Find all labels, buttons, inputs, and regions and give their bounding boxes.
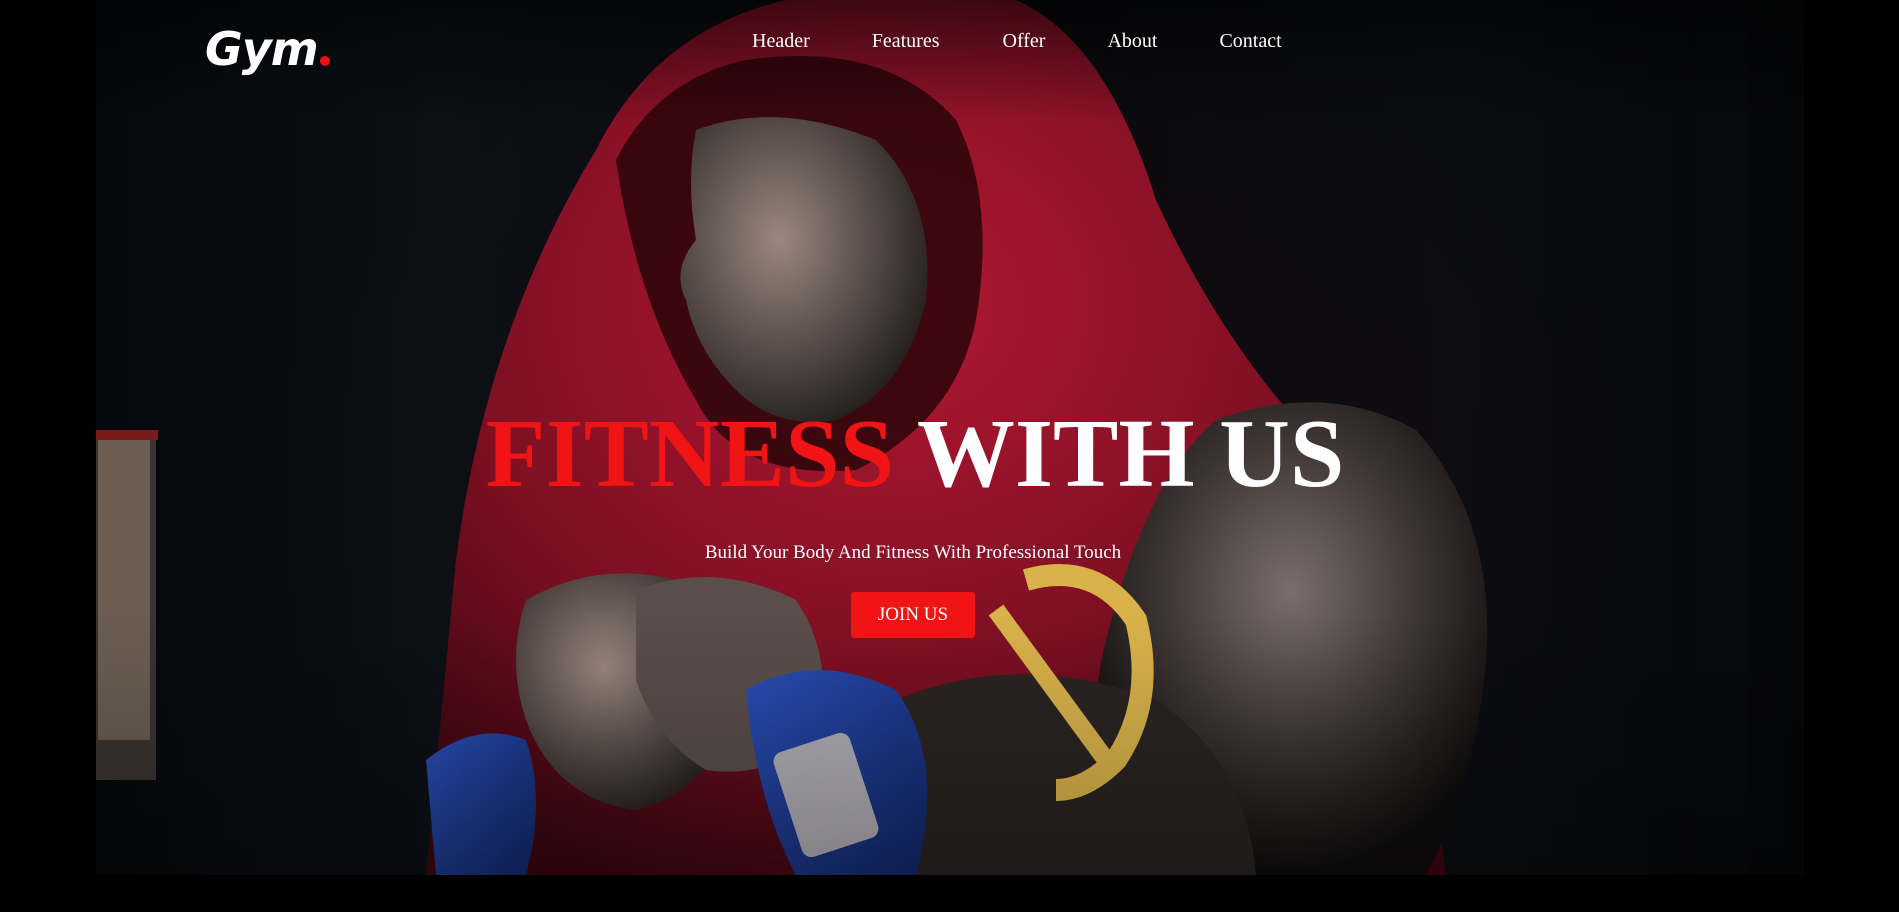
nav-item-features[interactable]: Features <box>872 30 940 53</box>
hero-headline: FITNESS WITH US <box>0 405 1830 503</box>
nav-item-offer[interactable]: Offer <box>1003 30 1046 53</box>
gym-logo[interactable]: Gym <box>205 12 330 72</box>
landing-page: Gym Header Features Offer About Contact … <box>0 0 1899 912</box>
join-us-button[interactable]: JOIN US <box>851 592 975 638</box>
nav-item-about[interactable]: About <box>1107 30 1157 53</box>
headline-white-part: WITH US <box>916 400 1345 508</box>
logo-dot-icon <box>319 56 330 66</box>
hero-subtitle: Build Your Body And Fitness With Profess… <box>704 542 1122 563</box>
nav-item-contact[interactable]: Contact <box>1219 30 1281 53</box>
logo-text: Gym <box>205 22 319 76</box>
main-nav: Header Features Offer About Contact <box>752 30 1282 53</box>
nav-item-header[interactable]: Header <box>752 30 810 53</box>
headline-red-part: FITNESS <box>485 400 895 508</box>
